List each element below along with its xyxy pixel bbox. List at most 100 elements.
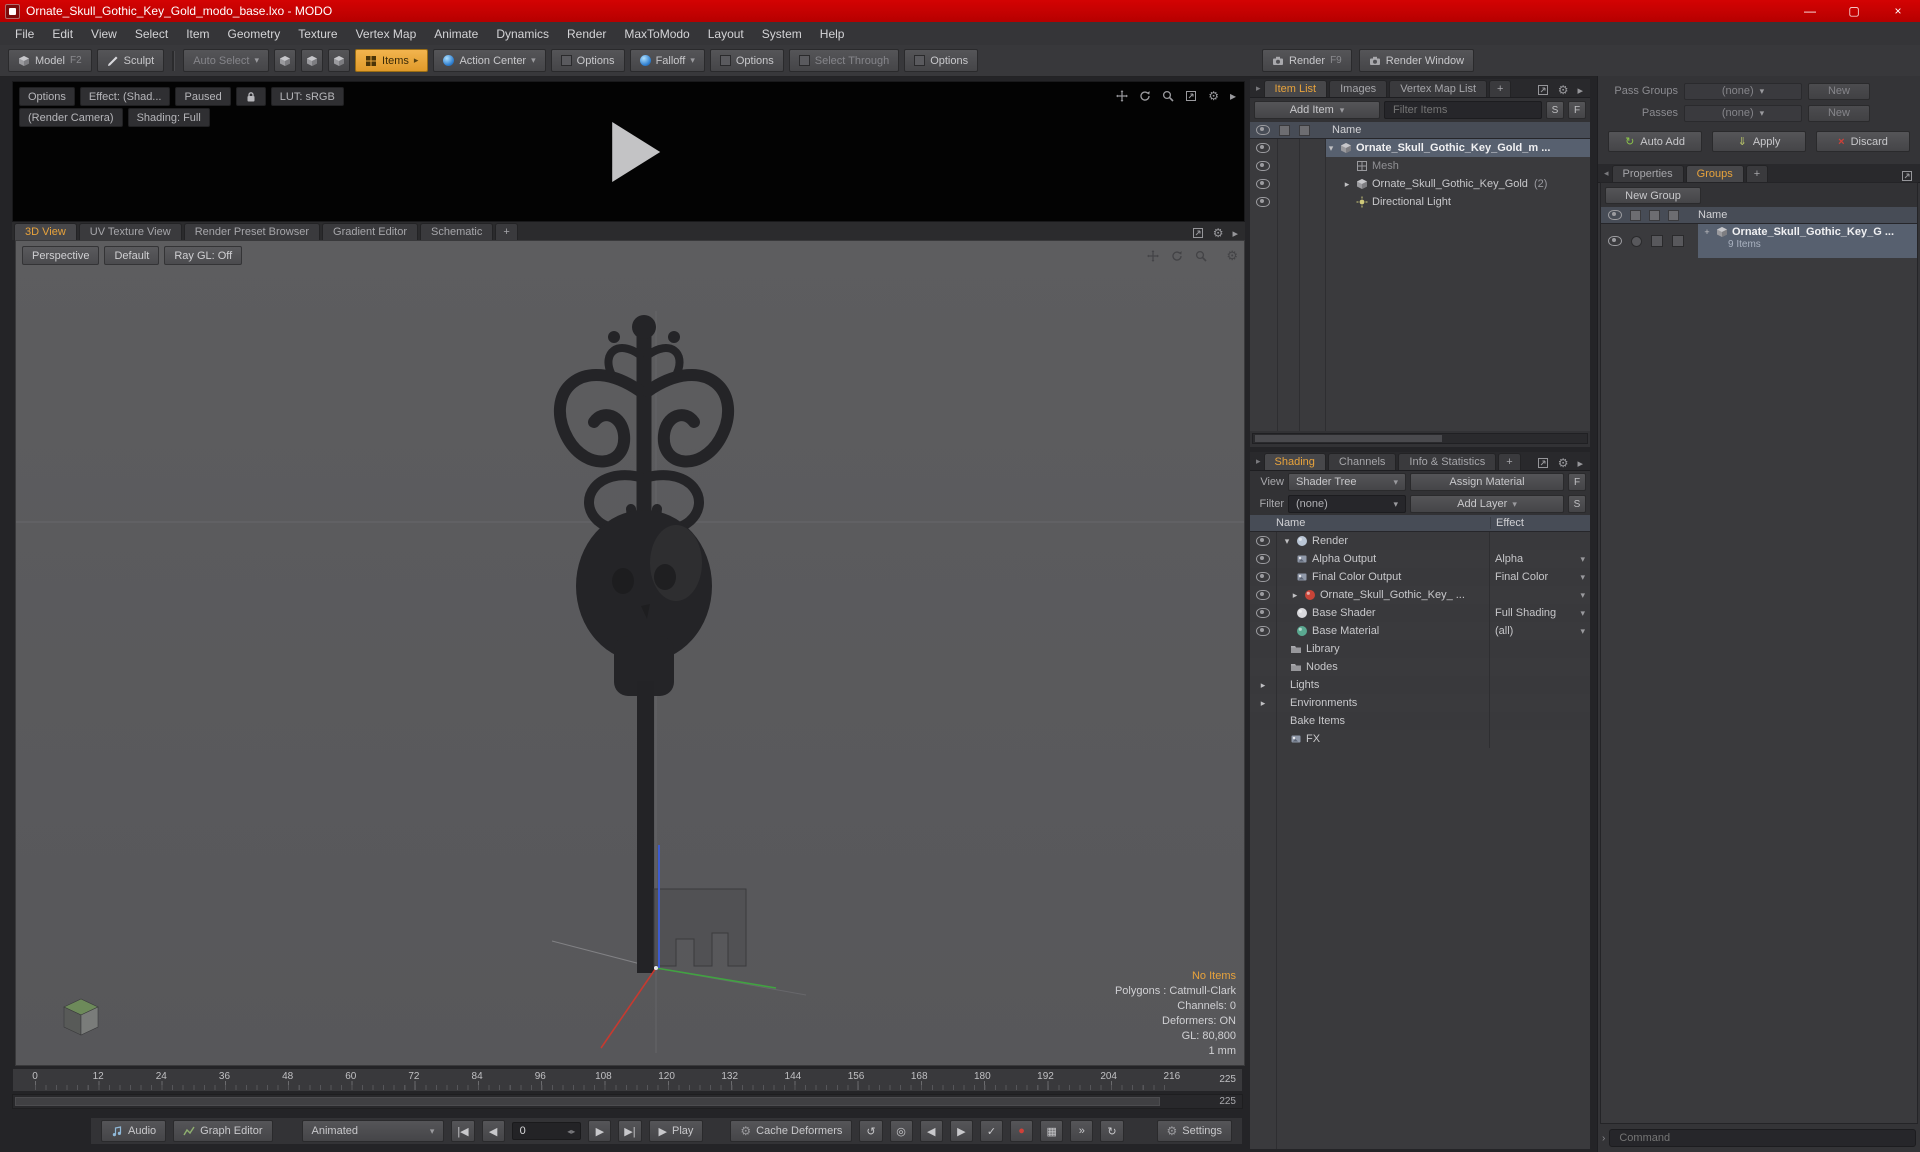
go-to-end-button[interactable]: ▶|	[618, 1120, 642, 1142]
frame-stepper-icon[interactable]: ◂▸	[567, 1127, 575, 1136]
preview-shading-button[interactable]: Shading: Full	[127, 108, 210, 127]
tab-info-statistics[interactable]: Info & Statistics	[1398, 453, 1497, 470]
3d-scene[interactable]	[16, 241, 1244, 1065]
table-row[interactable]: ▸ Environments	[1250, 694, 1590, 712]
menu-edit[interactable]: Edit	[43, 27, 82, 41]
tab-schematic[interactable]: Schematic	[420, 223, 494, 240]
name-column-header[interactable]: Name	[1698, 209, 1727, 221]
add-tab-button[interactable]: +	[1489, 80, 1512, 97]
preview-options-button[interactable]: Options	[19, 87, 75, 106]
menu-vertex-map[interactable]: Vertex Map	[347, 27, 426, 41]
minimize-button[interactable]: —	[1788, 0, 1832, 22]
next-key-button[interactable]: ▶	[949, 1120, 973, 1142]
final-color-output-row[interactable]: Final Color Output	[1276, 568, 1490, 586]
auto-add-button[interactable]: ↻ Auto Add	[1608, 131, 1702, 152]
checkbox[interactable]	[1651, 235, 1663, 247]
table-row[interactable]: ▸ Ornate_Skull_Gothic_Key_Gold (2)	[1250, 175, 1590, 193]
preview-effect-button[interactable]: Effect: (Shad...	[79, 87, 171, 106]
visibility-toggle[interactable]	[1256, 143, 1270, 153]
checkbox[interactable]	[1672, 235, 1684, 247]
visibility-toggle[interactable]	[1256, 626, 1270, 636]
tab-channels[interactable]: Channels	[1327, 453, 1397, 470]
menu-view[interactable]: View	[82, 27, 126, 41]
command-input[interactable]	[1617, 1131, 1908, 1145]
graph-editor-button[interactable]: Graph Editor	[173, 1120, 273, 1142]
menu-maxtomodo[interactable]: MaxToModo	[615, 27, 698, 41]
material-group-row[interactable]: ▸ Ornate_Skull_Gothic_Key_ ...	[1276, 586, 1490, 604]
group-row[interactable]: + Ornate_Skull_Gothic_Key_G ... 9 Items	[1698, 224, 1917, 258]
perspective-dropdown[interactable]: Perspective	[22, 246, 100, 265]
scope-button[interactable]: S	[1546, 101, 1564, 119]
model-mode-button[interactable]: Model F2	[8, 49, 92, 72]
polygons-mode-button[interactable]	[328, 49, 351, 72]
effect-cell[interactable]: Alpha ▾	[1490, 550, 1590, 568]
render-button[interactable]: Render F9	[1262, 49, 1352, 72]
assign-material-button[interactable]: Assign Material	[1410, 473, 1564, 491]
shader-view-dropdown[interactable]: Shader Tree ▾	[1288, 473, 1406, 491]
table-row[interactable]: ▾ Render	[1250, 532, 1590, 550]
timeline-range-bar[interactable]: 225	[12, 1094, 1243, 1109]
filter-button[interactable]: F	[1568, 101, 1586, 119]
visibility-toggle[interactable]	[1608, 236, 1622, 246]
effect-column-header[interactable]: Effect	[1490, 517, 1590, 529]
panel-grip-icon[interactable]: ▸	[1256, 456, 1261, 467]
tab-properties[interactable]: Properties	[1611, 165, 1684, 182]
visibility-toggle[interactable]	[1256, 197, 1270, 207]
command-field[interactable]	[1609, 1129, 1916, 1147]
audio-button[interactable]: Audio	[101, 1120, 167, 1142]
visibility-column-icon[interactable]	[1256, 125, 1270, 135]
nodes-row[interactable]: Nodes	[1276, 658, 1490, 676]
table-row[interactable]: ▸ Ornate_Skull_Gothic_Key_ ... ▾	[1250, 586, 1590, 604]
add-item-dropdown[interactable]: Add Item ▾	[1254, 101, 1380, 119]
tab-vertex-map-list[interactable]: Vertex Map List	[1389, 80, 1488, 97]
falloff-options-button[interactable]: Options	[709, 49, 784, 72]
menu-layout[interactable]: Layout	[699, 27, 753, 41]
panel-grip-icon[interactable]: ◂	[1604, 168, 1609, 179]
edges-mode-button[interactable]	[301, 49, 324, 72]
menu-item[interactable]: Item	[177, 27, 218, 41]
expand-icon[interactable]	[1901, 170, 1913, 182]
mesh-item-row[interactable]: Mesh	[1326, 157, 1590, 175]
effect-cell[interactable]: Final Color ▾	[1490, 568, 1590, 586]
alpha-output-row[interactable]: Alpha Output	[1276, 550, 1490, 568]
vertices-mode-button[interactable]	[274, 49, 297, 72]
action-center-options-button[interactable]: Options	[550, 49, 625, 72]
pivot-icon-button[interactable]: ◎	[889, 1120, 913, 1142]
action-center-dropdown[interactable]: Action Center ▾	[433, 49, 546, 72]
visibility-toggle[interactable]	[1256, 608, 1270, 618]
expand-arrow-icon[interactable]: ▸	[1258, 698, 1268, 709]
table-row[interactable]: Alpha Output Alpha ▾	[1250, 550, 1590, 568]
environments-row[interactable]: Environments	[1276, 694, 1490, 712]
tab-3d-view[interactable]: 3D View	[14, 223, 77, 240]
sculpt-mode-button[interactable]: Sculpt	[96, 49, 165, 72]
more-icon[interactable]: ▸	[1577, 84, 1583, 97]
table-row[interactable]: Bake Items	[1250, 712, 1590, 730]
preview-pause-button[interactable]: Paused	[175, 87, 231, 106]
menu-render[interactable]: Render	[558, 27, 615, 41]
tab-groups[interactable]: Groups	[1685, 165, 1744, 182]
play-overlay-icon[interactable]	[611, 121, 660, 182]
tab-render-preset-browser[interactable]: Render Preset Browser	[183, 223, 321, 240]
command-grip-icon[interactable]: ›	[1602, 1133, 1605, 1144]
tab-item-list[interactable]: Item List	[1263, 80, 1328, 97]
more-icon[interactable]: ▸	[1230, 89, 1236, 103]
name-column-header[interactable]: Name	[1276, 517, 1490, 529]
gear-icon[interactable]: ⚙	[1208, 89, 1219, 103]
discard-button[interactable]: × Discard	[1816, 131, 1910, 152]
loop-icon-button[interactable]: ↺	[859, 1120, 883, 1142]
expand-icon[interactable]	[1537, 457, 1549, 469]
menu-dynamics[interactable]: Dynamics	[487, 27, 558, 41]
filter-dropdown[interactable]: (none) ▾	[1288, 495, 1406, 513]
frame-input[interactable]	[517, 1124, 560, 1138]
preview-lock-button[interactable]	[235, 87, 266, 106]
close-button[interactable]: ×	[1876, 0, 1920, 22]
next-frame-button[interactable]: ▶	[588, 1120, 612, 1142]
pan-icon[interactable]	[1147, 250, 1159, 262]
more-icon[interactable]: ▸	[1577, 457, 1583, 470]
rotate-icon[interactable]	[1139, 90, 1151, 102]
bake-items-row[interactable]: Bake Items	[1276, 712, 1490, 730]
viewport-3d[interactable]: Perspective Default Ray GL: Off ⚙ No Ite…	[15, 240, 1245, 1066]
visibility-toggle[interactable]	[1256, 161, 1270, 171]
pan-icon[interactable]	[1116, 90, 1128, 102]
effect-cell[interactable]: Full Shading ▾	[1490, 604, 1590, 622]
